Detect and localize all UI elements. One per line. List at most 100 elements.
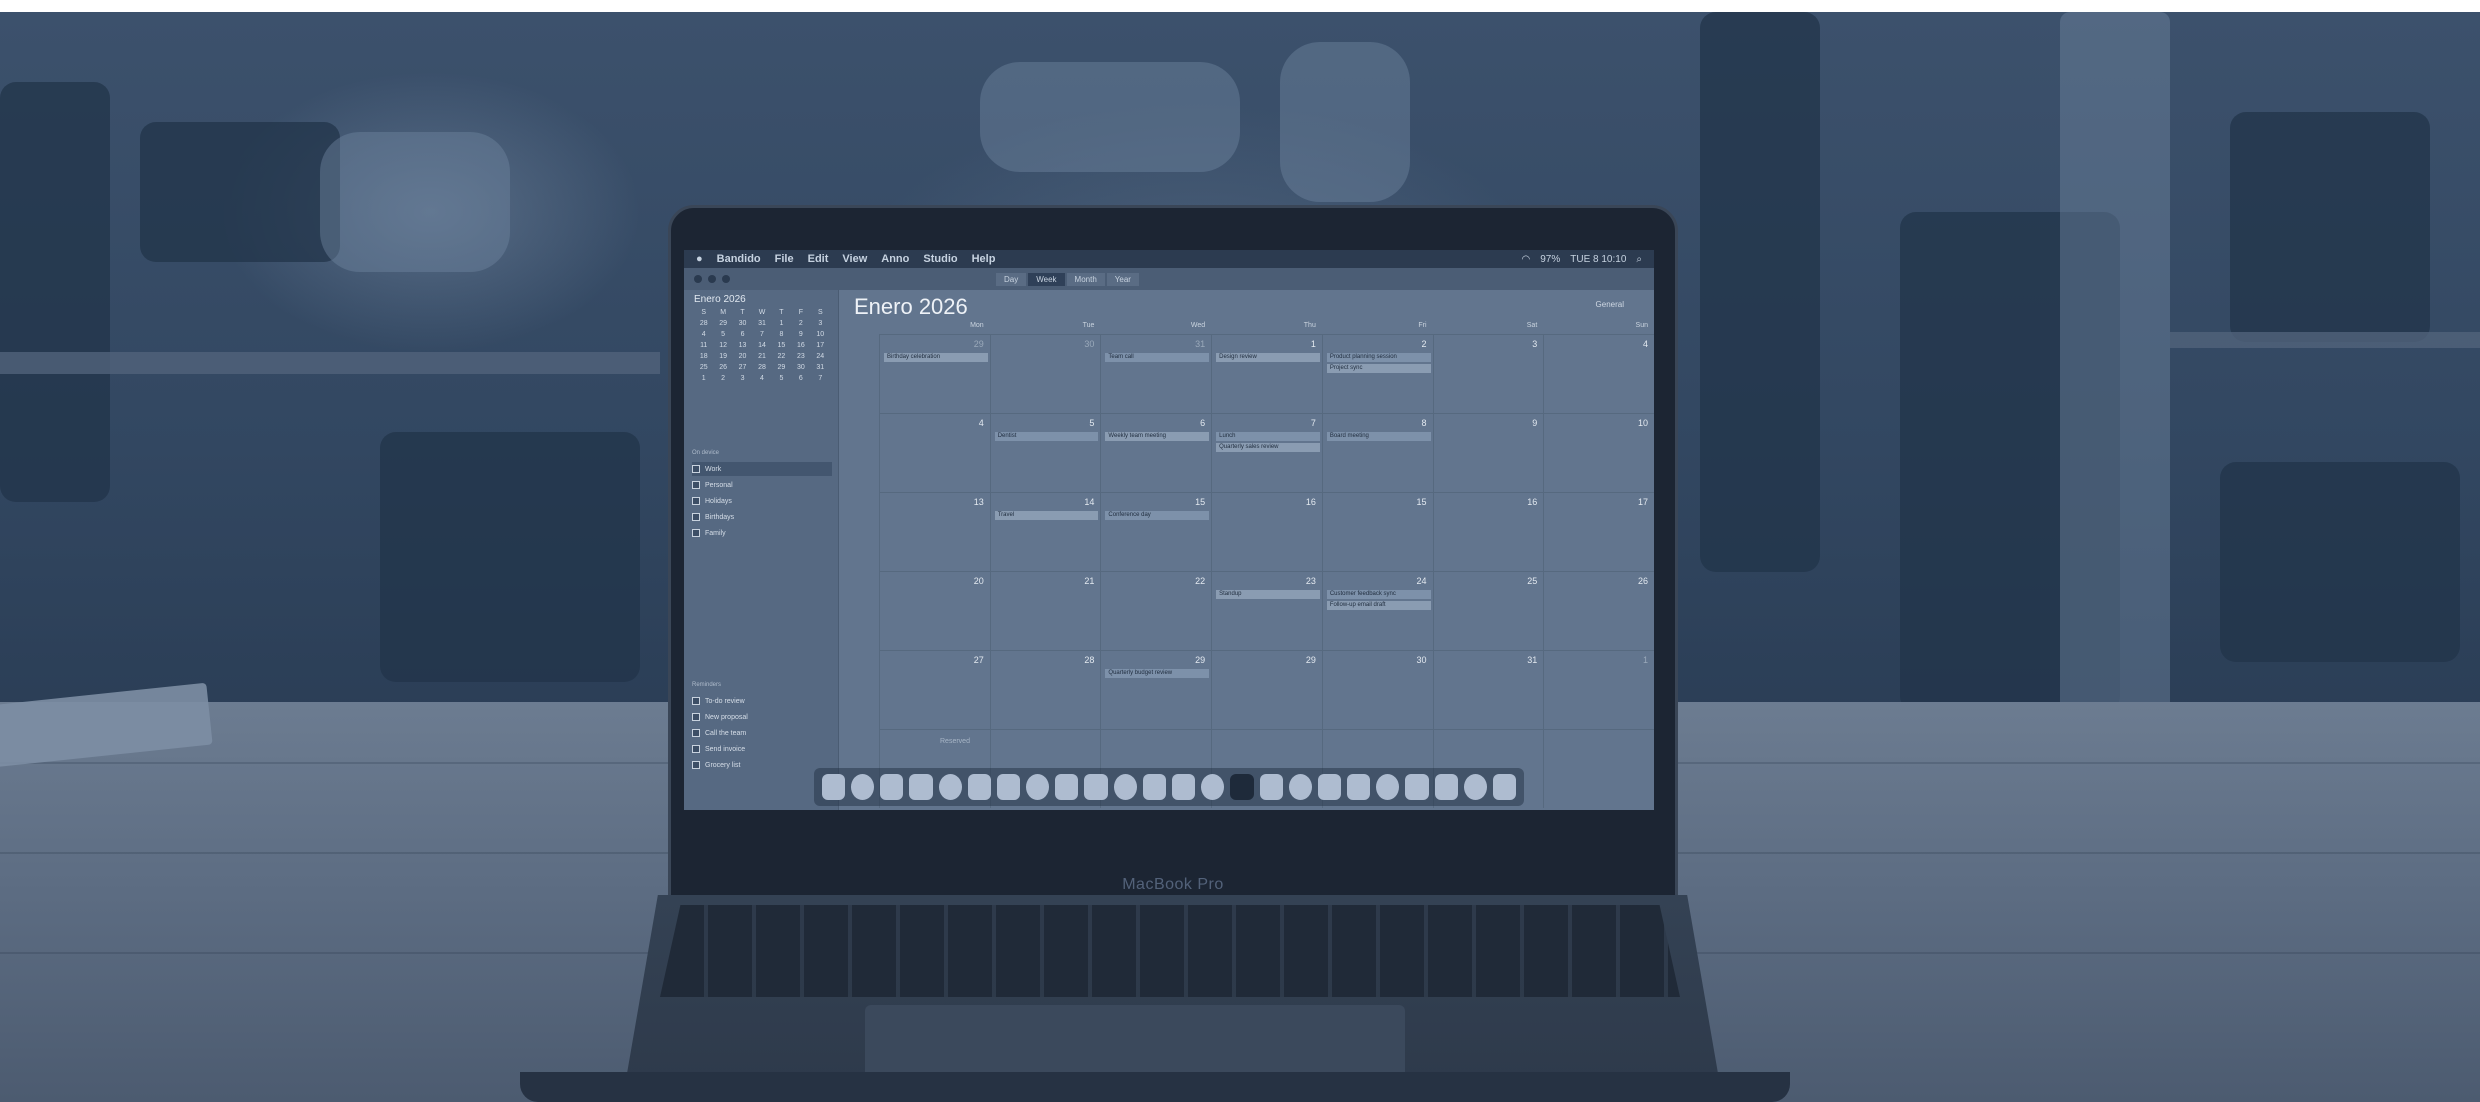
mini-day[interactable]: 27 [733, 363, 752, 372]
mini-day[interactable]: 11 [694, 341, 713, 350]
checkbox-icon[interactable] [692, 497, 700, 505]
dock-app-icon[interactable] [1172, 774, 1196, 800]
dock-app-icon[interactable] [1492, 774, 1517, 800]
menu-studio[interactable]: Studio [923, 253, 957, 265]
dock-app-icon[interactable] [1317, 774, 1342, 800]
clock[interactable]: TUE 8 10:10 [1570, 254, 1626, 265]
reminder-item[interactable]: Grocery list [692, 758, 832, 772]
menu-edit[interactable]: Edit [808, 253, 829, 265]
mini-day[interactable]: 21 [752, 352, 771, 361]
mini-day[interactable]: 9 [791, 330, 810, 339]
calendar-event[interactable]: Lunch [1216, 432, 1320, 441]
dock-app-icon[interactable] [1230, 774, 1254, 800]
day-cell[interactable]: 1 Design review [1211, 335, 1322, 413]
dock-app-icon[interactable] [1288, 774, 1312, 800]
mini-day[interactable]: 19 [713, 352, 732, 361]
day-cell[interactable]: 6 Weekly team meeting [1100, 414, 1211, 492]
calendar-event[interactable]: Team call [1105, 353, 1210, 362]
view-year-tab[interactable]: Year [1106, 272, 1139, 286]
apple-icon[interactable]: ● [696, 253, 703, 265]
search-icon[interactable]: ⌕ [1636, 254, 1642, 265]
view-day-tab[interactable]: Day [996, 272, 1027, 286]
day-cell[interactable]: 17 [1543, 493, 1654, 571]
day-cell[interactable]: 25 [1432, 572, 1544, 650]
mini-day[interactable]: 7 [752, 330, 771, 339]
mini-day[interactable]: 22 [772, 352, 791, 361]
day-cell[interactable]: 31 [1432, 651, 1544, 729]
dock-app-icon[interactable] [1142, 774, 1166, 800]
dock-app-icon[interactable] [1113, 774, 1137, 800]
day-cell[interactable]: 30 [989, 335, 1101, 413]
day-cell[interactable]: 31 Team call [1100, 335, 1211, 413]
calendar-event[interactable]: Quarterly budget review [1105, 669, 1210, 678]
mini-day[interactable]: 23 [791, 352, 810, 361]
view-month-tab[interactable]: Month [1066, 272, 1105, 286]
dock-app-icon[interactable] [851, 774, 875, 800]
battery-percent[interactable]: 97% [1540, 254, 1560, 265]
mini-day[interactable]: 14 [752, 341, 771, 350]
calendar-list-item[interactable]: Holidays [692, 494, 832, 508]
day-cell[interactable]: 26 [1543, 572, 1654, 650]
mini-day[interactable]: 28 [752, 363, 771, 372]
calendar-event[interactable]: Customer feedback sync [1326, 590, 1431, 599]
mini-day[interactable]: 18 [694, 352, 713, 361]
mini-day[interactable]: 4 [752, 374, 771, 383]
day-cell[interactable]: 9 [1432, 414, 1544, 492]
checkbox-icon[interactable] [692, 529, 700, 537]
mini-day[interactable]: 12 [713, 341, 732, 350]
calendar-event[interactable]: Dentist [994, 432, 1099, 441]
dock-app-icon[interactable] [909, 774, 933, 800]
mini-day[interactable]: 13 [733, 341, 752, 350]
mini-day[interactable]: 3 [811, 319, 830, 328]
dock-app-icon[interactable] [938, 774, 962, 800]
day-cell[interactable]: 1 [1543, 651, 1654, 729]
calendar-event[interactable]: Conference day [1105, 511, 1210, 520]
view-selector[interactable]: General [1596, 300, 1624, 309]
dock-app-icon[interactable] [1347, 774, 1371, 800]
checkbox-icon[interactable] [692, 745, 700, 753]
dock-app-icon[interactable] [996, 774, 1021, 800]
dock-app-icon[interactable] [880, 774, 904, 800]
day-cell[interactable]: 7 Lunch Quarterly sales review [1211, 414, 1322, 492]
calendar-event[interactable]: Design review [1216, 353, 1320, 362]
day-cell[interactable] [1543, 730, 1654, 808]
dock-app-icon[interactable] [1259, 774, 1283, 800]
day-cell[interactable]: 23 Standup [1211, 572, 1322, 650]
day-cell[interactable]: 8 Board meeting [1321, 414, 1433, 492]
checkbox-icon[interactable] [692, 465, 700, 473]
day-cell[interactable]: 24 Customer feedback sync Follow-up email … [1321, 572, 1433, 650]
checkbox-icon[interactable] [692, 513, 700, 521]
wifi-icon[interactable]: ◠ [1521, 254, 1530, 265]
mini-day[interactable]: 5 [772, 374, 791, 383]
day-cell[interactable]: 5 Dentist [989, 414, 1101, 492]
day-cell[interactable]: 2 Product planning session Project sync [1321, 335, 1433, 413]
mini-day[interactable]: 31 [752, 319, 771, 328]
mini-day[interactable]: 25 [694, 363, 713, 372]
menu-help[interactable]: Help [972, 253, 996, 265]
day-cell[interactable]: 3 [1432, 335, 1544, 413]
dock-app-icon[interactable] [1026, 774, 1050, 800]
day-cell[interactable]: 29 Birthday celebration [879, 335, 990, 413]
dock-app-icon[interactable] [1434, 774, 1458, 800]
calendar-event[interactable]: Birthday celebration [884, 353, 988, 362]
menu-anno[interactable]: Anno [881, 253, 909, 265]
calendar-list-item[interactable]: Family [692, 526, 832, 540]
mini-day[interactable]: 29 [713, 319, 732, 328]
view-week-tab[interactable]: Week [1028, 272, 1065, 286]
mini-day[interactable]: 24 [811, 352, 830, 361]
mini-day[interactable]: 1 [694, 374, 713, 383]
calendar-event[interactable]: Travel [994, 511, 1099, 520]
checkbox-icon[interactable] [692, 761, 700, 769]
dock-app-icon[interactable] [1201, 774, 1225, 800]
day-cell[interactable]: 21 [989, 572, 1101, 650]
mini-day[interactable]: 29 [772, 363, 791, 372]
mini-day[interactable]: 28 [694, 319, 713, 328]
calendar-event[interactable]: Project sync [1326, 364, 1431, 373]
checkbox-icon[interactable] [692, 481, 700, 489]
window-minimize-button[interactable] [708, 275, 716, 283]
window-close-button[interactable] [694, 275, 702, 283]
mini-day[interactable]: 1 [772, 319, 791, 328]
checkbox-icon[interactable] [692, 697, 700, 705]
calendar-event[interactable]: Board meeting [1326, 432, 1431, 441]
day-cell[interactable]: 28 [989, 651, 1101, 729]
